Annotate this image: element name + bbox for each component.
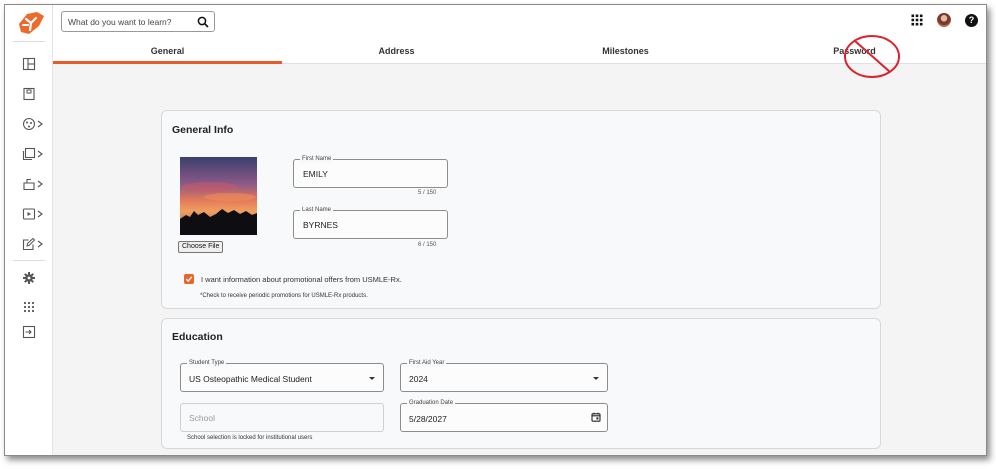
sidebar-item-flashcards[interactable]: [5, 142, 53, 166]
dropdown-arrow-icon: [593, 377, 599, 380]
chevron-right-icon: [37, 240, 43, 248]
promo-checkbox[interactable]: [184, 274, 194, 284]
tab-address[interactable]: Address: [282, 38, 511, 63]
qbank-icon: [22, 117, 36, 131]
checkmark-icon: [185, 276, 193, 283]
first-name-label: First Name: [300, 155, 334, 163]
tab-general[interactable]: General: [53, 38, 282, 64]
logout-icon: [22, 325, 36, 339]
last-name-value: BYRNES: [303, 220, 338, 230]
general-info-card: General Info Choose File First Name EMIL…: [161, 110, 881, 309]
apps-grid-icon: [23, 301, 35, 313]
sidebar: [5, 5, 53, 455]
chevron-right-icon: [37, 180, 43, 188]
sidebar-item-notebook[interactable]: [5, 82, 53, 106]
general-info-title: General Info: [172, 124, 234, 136]
notebook-icon: [23, 87, 35, 101]
first-aid-year-select[interactable]: First Aid Year 2024: [400, 359, 608, 392]
school-helper-text: School selection is locked for instituti…: [187, 435, 313, 441]
dropdown-arrow-icon: [369, 377, 375, 380]
tab-password[interactable]: Password: [740, 38, 969, 63]
education-title: Education: [172, 331, 223, 343]
top-actions: ?: [911, 13, 978, 27]
first-name-field[interactable]: First Name EMILY: [293, 155, 448, 188]
chevron-right-icon: [37, 120, 43, 128]
promo-checkbox-label[interactable]: I want information about promotional off…: [201, 275, 402, 284]
search-icon[interactable]: [197, 16, 209, 28]
school-placeholder: School: [189, 413, 215, 423]
sidebar-item-settings[interactable]: [5, 266, 53, 290]
brand-logo-icon[interactable]: [17, 10, 45, 36]
last-name-label: Last Name: [300, 206, 334, 214]
profile-photo: [180, 157, 257, 235]
sidebar-item-lab-values[interactable]: [5, 172, 53, 196]
graduation-date-value: 5/28/2027: [409, 414, 447, 424]
profile-tabs: General Address Milestones Password: [53, 38, 986, 64]
last-name-counter: 6 / 150: [418, 242, 437, 248]
education-card: Education Student Type US Osteopathic Me…: [161, 318, 881, 449]
sidebar-divider: [13, 260, 45, 261]
sidebar-item-dashboard[interactable]: [5, 52, 53, 76]
flashcards-icon: [22, 147, 36, 161]
student-type-label: Student Type: [187, 359, 227, 367]
app-window: ? General Address Milestones Password Ge…: [4, 4, 987, 456]
sidebar-item-video[interactable]: [5, 202, 53, 226]
first-name-counter: 5 / 150: [418, 190, 437, 196]
first-aid-year-value: 2024: [409, 374, 428, 384]
graduation-date-label: Graduation Date: [407, 399, 456, 407]
sidebar-item-logout[interactable]: [5, 320, 53, 344]
sidebar-divider: [13, 41, 45, 42]
student-type-select[interactable]: Student Type US Osteopathic Medical Stud…: [180, 359, 384, 392]
search-input[interactable]: [68, 15, 192, 29]
choose-file-button[interactable]: Choose File: [178, 241, 224, 253]
student-type-value: US Osteopathic Medical Student: [189, 374, 312, 384]
gear-icon: [23, 272, 35, 284]
dashboard-icon: [22, 57, 36, 71]
avatar[interactable]: [937, 13, 951, 27]
promo-note: *Check to receive periodic promotions fo…: [200, 293, 368, 299]
video-icon: [22, 208, 36, 220]
chevron-right-icon: [37, 210, 43, 218]
help-icon[interactable]: ?: [965, 13, 978, 27]
top-bar: ?: [53, 5, 986, 38]
sidebar-item-qbank[interactable]: [5, 112, 53, 136]
tab-milestones[interactable]: Milestones: [511, 38, 740, 63]
lab-values-icon: [23, 178, 35, 191]
sidebar-item-apps[interactable]: [5, 295, 53, 319]
last-name-field[interactable]: Last Name BYRNES: [293, 206, 448, 239]
school-field: School: [180, 403, 384, 432]
calendar-icon[interactable]: [591, 412, 601, 422]
graduation-date-field[interactable]: Graduation Date 5/28/2027: [400, 399, 608, 432]
first-name-value: EMILY: [303, 169, 328, 179]
apps-grid-icon[interactable]: [911, 14, 923, 26]
chevron-right-icon: [37, 150, 43, 158]
search-box[interactable]: [61, 11, 215, 32]
sidebar-item-edit[interactable]: [5, 232, 53, 256]
edit-icon: [22, 237, 36, 251]
first-aid-year-label: First Aid Year: [407, 359, 447, 367]
